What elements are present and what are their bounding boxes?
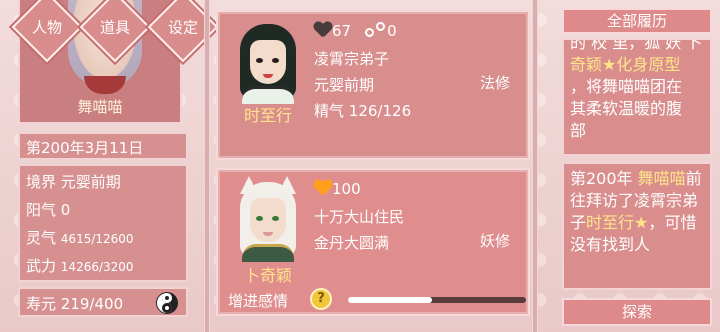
date-display: 第200年3月11日 (18, 132, 188, 160)
character-card[interactable]: 时至行 67 0 凌霄宗弟子 元婴前期 精气 126/126 法修 (216, 10, 530, 160)
history-entry: 的 校 里，狐 妖 卜 奇颖★化身原型 ，将舞喵喵团在 其柔软温暖的腹 部 (562, 38, 712, 156)
history-entry: 第200年 舞喵喵前往拜访了凌霄宗弟子时至行★，可惜没有找到人 (562, 162, 712, 290)
attributes-panel: 境界 元婴前期 阳气 0 灵气 4615/12600 武力 14266/3200 (18, 164, 188, 282)
character-stats-row: 100 (314, 180, 361, 198)
affection-progress-fill (348, 297, 432, 303)
affection-action-label[interactable]: 增进感情 (228, 290, 288, 311)
heart-icon (314, 180, 332, 196)
character-sect: 十万大山住民 (314, 208, 405, 226)
lifespan-display: 寿元 219/400 (18, 287, 188, 317)
history-panel: 全部履历 的 校 里，狐 妖 卜 奇颖★化身原型 ，将舞喵喵团在 其柔软温暖的腹… (556, 0, 720, 332)
character-realm: 元婴前期 (314, 76, 375, 94)
character-cultivation-type: 妖修 (479, 232, 510, 250)
character-info: 十万大山住民 金丹大圆满 (314, 204, 404, 256)
lifespan-value: 219/400 (60, 295, 124, 313)
character-name: 时至行 (243, 106, 292, 125)
character-cultivation-type: 法修 (479, 74, 510, 92)
affection-stat: 67 (314, 22, 351, 40)
character-stats-row: 67 0 (314, 22, 397, 40)
attr-realm: 境界 元婴前期 (26, 173, 121, 191)
character-card[interactable]: 卜奇颖 100 十万大山住民 金丹大圆满 妖修 增进感情 ? (216, 168, 530, 316)
character-avatar (234, 176, 302, 262)
captured-stat: 0 (365, 22, 397, 40)
character-essence: 精气 126/126 (314, 102, 412, 120)
player-panel: 舞喵喵 人物 道具 设定 第200年3月11日 境界 元婴前期 阳气 0 灵气 … (11, 0, 219, 332)
attr-yang: 阳气 0 (26, 201, 71, 219)
character-list: 时至行 67 0 凌霄宗弟子 元婴前期 精气 126/126 法修 卜奇颖 10… (196, 0, 548, 332)
all-history-button[interactable]: 全部履历 (562, 8, 712, 34)
menu-settings-label: 设定 (167, 18, 199, 37)
list-rail-right (532, 0, 538, 332)
lifespan-label: 寿元 (26, 295, 57, 313)
heart-icon (314, 22, 332, 38)
handcuffs-icon (365, 22, 387, 38)
affection-progress-bar (348, 297, 526, 303)
help-icon[interactable]: ? (310, 288, 332, 310)
menu-character-label: 人物 (31, 18, 63, 37)
attr-spirit: 灵气 4615/12600 (26, 229, 134, 247)
menu-items-label: 道具 (99, 18, 131, 37)
affection-stat: 100 (314, 180, 361, 198)
character-sect: 凌霄宗弟子 (314, 50, 390, 68)
character-avatar (234, 18, 302, 104)
character-info: 凌霄宗弟子 元婴前期 精气 126/126 (314, 46, 411, 124)
character-realm: 金丹大圆满 (314, 234, 390, 252)
explore-button[interactable]: 探索 (562, 298, 712, 326)
list-rail-left (204, 0, 210, 332)
attr-force: 武力 14266/3200 (26, 257, 134, 275)
character-name: 卜奇颖 (243, 266, 292, 285)
player-name: 舞喵喵 (77, 98, 123, 116)
yinyang-icon[interactable] (156, 292, 178, 314)
